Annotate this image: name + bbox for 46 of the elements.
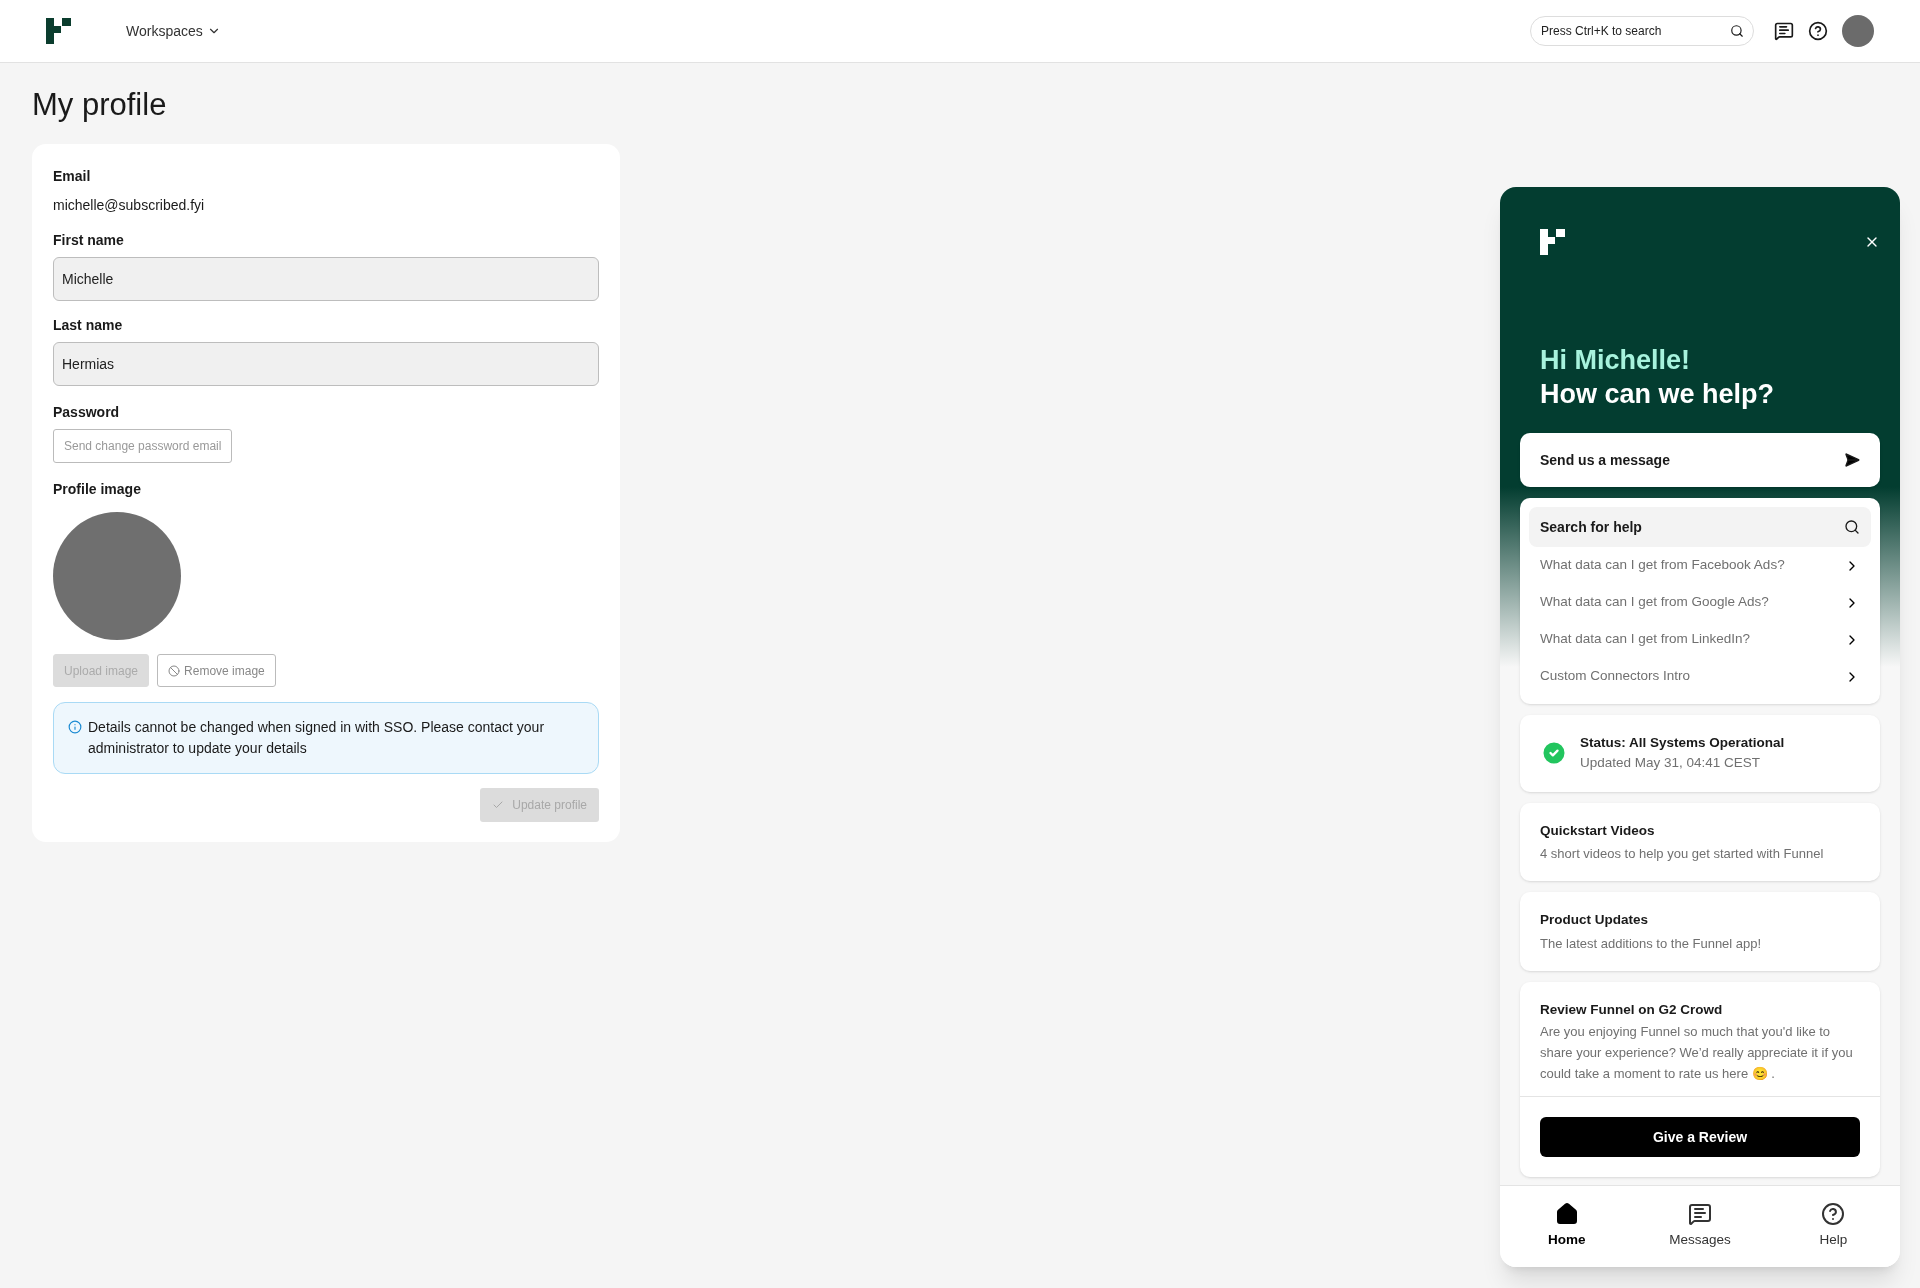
help-card[interactable]: Quickstart Videos 4 short videos to help you get started with Funnel — [1520, 802, 1880, 882]
message-icon — [1688, 1202, 1712, 1227]
avatar[interactable] — [1842, 15, 1874, 47]
email-label: Email — [53, 167, 92, 187]
workspaces-menu[interactable]: Workspaces — [126, 20, 221, 42]
page-title: My profile — [32, 88, 168, 123]
search-icon — [1844, 519, 1860, 535]
card-title: Quickstart Videos — [1540, 821, 1656, 840]
chat-icon[interactable] — [1774, 21, 1794, 41]
profile-image-label: Profile image — [53, 480, 142, 500]
info-icon — [68, 720, 82, 735]
greeting: Hi Michelle! — [1540, 344, 1692, 377]
logo-icon — [1540, 229, 1566, 255]
help-card[interactable]: Product Updates The latest additions to the Funnel app! — [1520, 892, 1880, 971]
nav-tab[interactable]: Home — [1500, 1186, 1634, 1267]
help-article-link[interactable]: What data can I get from Google Ads? — [1529, 584, 1871, 621]
help-icon[interactable] — [1808, 21, 1828, 41]
logo-icon — [46, 18, 72, 44]
home-icon — [1554, 1202, 1579, 1227]
card-text: The latest additions to the Funnel app! — [1540, 934, 1763, 953]
field-label: Last name — [53, 316, 124, 336]
ban-icon — [168, 664, 181, 677]
send-icon — [1844, 452, 1860, 468]
image-button[interactable]: Remove image — [157, 654, 276, 688]
search-icon — [1730, 24, 1744, 38]
card-title: Product Updates — [1540, 911, 1649, 930]
help-question: How can we help? — [1540, 378, 1776, 411]
email-value: michelle@subscribed.fyi — [53, 196, 206, 216]
help-article-link[interactable]: What data can I get from Facebook Ads? — [1529, 547, 1871, 584]
help-icon — [1821, 1202, 1846, 1227]
card-text: 4 short videos to help you get started with Funnel — [1540, 844, 1825, 863]
nav-tab[interactable]: Help — [1766, 1186, 1900, 1267]
card-text: Are you enjoying Funnel so much that you'd like to share your experience? We’d really appreciate it if you could take a moment to rate us here 😊 . — [1540, 1023, 1854, 1084]
field-label: First name — [53, 231, 125, 251]
search-field[interactable]: Press Ctrl+K to search — [1530, 16, 1754, 46]
notice-text: Details cannot be changed when signed in with SSO. Please contact your administrator to update your details — [88, 718, 546, 759]
help-search-field[interactable]: Search for help — [1529, 507, 1871, 547]
status-updated: Updated May 31, 04:41 CEST — [1580, 754, 1762, 773]
help-article-link[interactable]: What data can I get from LinkedIn? — [1529, 621, 1871, 658]
give-review-button[interactable]: Give a Review — [1540, 1117, 1860, 1158]
nav-tab[interactable]: Messages — [1633, 1186, 1767, 1267]
status-title: Status: All Systems Operational — [1580, 734, 1785, 752]
card-title: Review Funnel on G2 Crowd — [1540, 1001, 1724, 1019]
send-message-button[interactable]: Send us a message — [1520, 433, 1880, 487]
password-label: Password — [53, 403, 121, 423]
help-article-link[interactable]: Custom Connectors Intro — [1529, 658, 1871, 695]
